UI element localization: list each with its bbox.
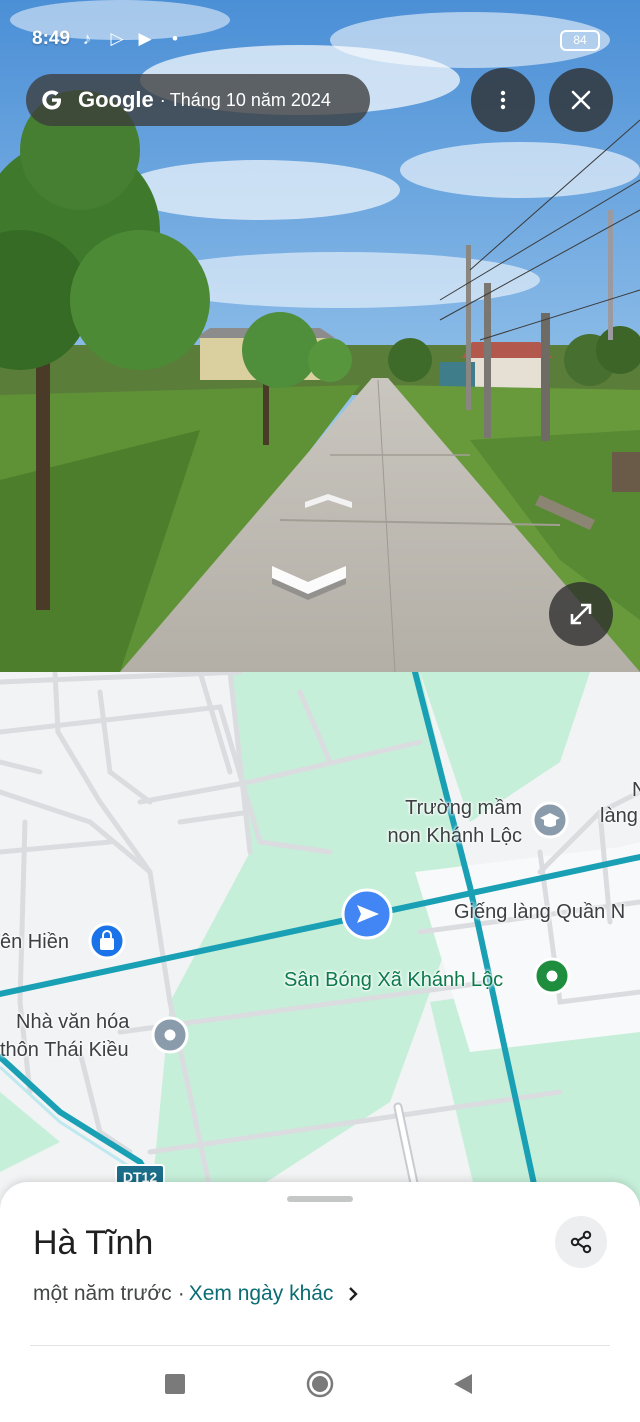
shop-pin-icon[interactable] bbox=[88, 922, 126, 960]
navigation-arrow-icon bbox=[341, 888, 393, 940]
play-store-icon: ▷ bbox=[110, 29, 124, 48]
map-view[interactable]: Trường mầm non Khánh Lộc làng N Giếng là… bbox=[0, 672, 640, 1212]
map-label-cultural-house-2[interactable]: thôn Thái Kiều bbox=[0, 1036, 129, 1064]
home-circle-icon bbox=[306, 1370, 334, 1398]
street-view-info-pill[interactable]: Google · Tháng 10 năm 2024 bbox=[26, 74, 370, 126]
map-label-well[interactable]: Giếng làng Quần N bbox=[454, 898, 625, 926]
share-button[interactable] bbox=[555, 1216, 607, 1268]
more-vert-icon bbox=[500, 90, 506, 110]
sheet-divider bbox=[30, 1345, 610, 1346]
google-g-icon bbox=[42, 90, 61, 110]
map-label-football-field[interactable]: Sân Bóng Xã Khánh Lộc bbox=[284, 966, 503, 994]
back-triangle-icon bbox=[454, 1374, 472, 1394]
back-button[interactable] bbox=[452, 1372, 474, 1396]
pill-separator: · bbox=[159, 89, 166, 110]
dot-icon: • bbox=[172, 29, 178, 48]
place-title: Hà Tĩnh bbox=[33, 1224, 154, 1262]
relative-date: một năm trước bbox=[33, 1282, 172, 1305]
recent-apps-button[interactable] bbox=[165, 1374, 185, 1394]
date-separator: · bbox=[177, 1282, 185, 1305]
more-options-button[interactable] bbox=[471, 68, 535, 132]
status-time: 8:49 bbox=[32, 28, 71, 49]
place-pin-icon[interactable] bbox=[151, 1016, 189, 1054]
chevron-right-icon[interactable] bbox=[347, 1286, 359, 1302]
map-label-shop[interactable]: ên Hiền bbox=[0, 928, 69, 956]
share-icon bbox=[570, 1230, 592, 1254]
close-icon bbox=[571, 90, 591, 110]
google-brand-label: Google bbox=[78, 87, 154, 112]
map-label-school-2[interactable]: non Khánh Lộc bbox=[372, 822, 522, 850]
expand-icon bbox=[570, 603, 592, 625]
other-dates-link[interactable]: Xem ngày khác bbox=[189, 1282, 334, 1306]
status-bar: 8:49 ♪ ▷ ▶ • 84 bbox=[0, 0, 640, 72]
close-button[interactable] bbox=[549, 68, 613, 132]
map-label-cultural-house-1[interactable]: Nhà văn hóa bbox=[16, 1008, 129, 1036]
tiktok-icon: ♪ bbox=[82, 29, 92, 48]
date-row: một năm trước · Xem ngày khác bbox=[33, 1282, 359, 1306]
current-location-marker[interactable] bbox=[341, 888, 393, 940]
map-label-village-n[interactable]: N bbox=[632, 776, 640, 804]
home-button[interactable] bbox=[306, 1370, 334, 1398]
battery-icon: 84 bbox=[560, 30, 600, 51]
sheet-drag-handle[interactable] bbox=[287, 1196, 353, 1202]
map-label-school-1[interactable]: Trường mầm bbox=[392, 794, 522, 822]
fullscreen-button[interactable] bbox=[549, 582, 613, 646]
school-pin-icon[interactable] bbox=[531, 801, 569, 839]
capture-date-label: Tháng 10 năm 2024 bbox=[169, 89, 331, 110]
battery-level: 84 bbox=[573, 33, 587, 47]
map-label-village[interactable]: làng bbox=[600, 802, 638, 830]
park-pin-icon[interactable] bbox=[533, 957, 571, 995]
play-icon: ▶ bbox=[138, 29, 152, 48]
